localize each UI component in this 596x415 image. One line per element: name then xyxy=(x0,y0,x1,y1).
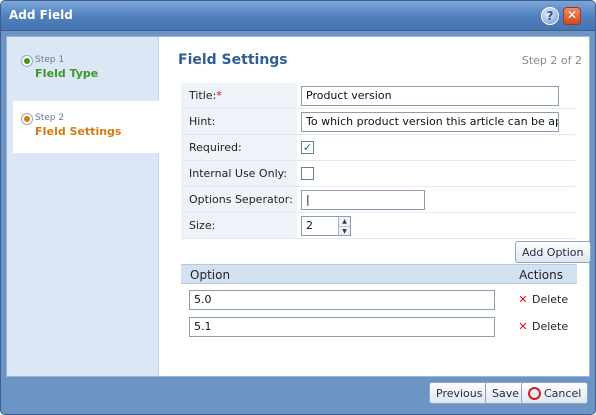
dialog-title: Add Field xyxy=(9,8,73,22)
step-name: FIeld Type xyxy=(35,67,99,80)
size-spinner[interactable]: 2 ▲ ▼ xyxy=(301,216,351,236)
previous-button[interactable]: Previous xyxy=(429,382,490,404)
hint-label: Hint: xyxy=(181,109,297,134)
step-name: FIeld Settings xyxy=(35,125,122,138)
step-done-icon xyxy=(21,55,33,67)
hint-row: Hint: To which product version this arti… xyxy=(181,109,575,135)
step-number: Step 2 xyxy=(35,113,65,123)
internal-use-checkbox[interactable] xyxy=(301,167,314,180)
required-label: Required: xyxy=(181,135,297,160)
add-option-button[interactable]: Add Option xyxy=(515,241,591,263)
separator-row: Options Seperator: | xyxy=(181,187,575,213)
title-input[interactable]: Product version xyxy=(301,86,559,106)
wizard-steps: Step 1 FIeld Type Step 2 FIeld Settings xyxy=(7,37,159,376)
required-checkbox[interactable]: ✓ xyxy=(301,141,314,154)
delete-option-button[interactable]: ✕ Delete xyxy=(517,320,568,333)
internal-row: Internal Use Only: xyxy=(181,161,575,187)
required-row: Required: ✓ xyxy=(181,135,575,161)
help-icon[interactable]: ? xyxy=(541,7,559,25)
step-field-settings[interactable]: Step 2 FIeld Settings xyxy=(13,101,159,153)
step-counter: Step 2 of 2 xyxy=(521,54,582,67)
option-input[interactable]: 5.0 xyxy=(189,290,495,310)
close-icon[interactable]: ✕ xyxy=(563,7,581,25)
delete-option-button[interactable]: ✕ Delete xyxy=(517,293,568,306)
options-table-header: Option Actions xyxy=(181,264,577,284)
actions-column-header: Actions xyxy=(519,268,563,282)
settings-panel: Field Settings Step 2 of 2 Title:* Produ… xyxy=(159,37,591,376)
cancel-label: Cancel xyxy=(544,387,582,400)
title-row: Title:* Product version xyxy=(181,83,575,109)
add-field-dialog: Add Field ? ✕ Step 1 FIeld Type Step 2 F… xyxy=(0,0,596,415)
delete-icon: ✕ xyxy=(517,320,529,333)
internal-label: Internal Use Only: xyxy=(181,161,297,186)
cancel-button[interactable]: Cancel xyxy=(521,382,589,404)
dialog-body: Step 1 FIeld Type Step 2 FIeld Settings … xyxy=(6,36,591,377)
delete-label: Delete xyxy=(532,293,569,306)
step-current-icon xyxy=(21,113,33,125)
page-title: Field Settings xyxy=(178,52,288,68)
required-mark: * xyxy=(216,89,222,102)
size-row: Size: 2 ▲ ▼ xyxy=(181,213,575,239)
step-field-type[interactable]: Step 1 FIeld Type xyxy=(13,43,159,97)
table-row: 5.1 ✕ Delete xyxy=(181,314,577,340)
delete-label: Delete xyxy=(532,320,569,333)
save-button[interactable]: Save xyxy=(485,382,527,404)
cancel-icon xyxy=(528,387,541,400)
spin-down-icon[interactable]: ▼ xyxy=(339,226,350,235)
delete-icon: ✕ xyxy=(517,293,529,306)
separator-label: Options Seperator: xyxy=(181,187,297,212)
option-column-header: Option xyxy=(190,268,231,282)
title-label: Title:* xyxy=(181,83,297,108)
size-label: Size: xyxy=(181,213,297,238)
table-row: 5.0 ✕ Delete xyxy=(181,287,577,313)
separator-input[interactable]: | xyxy=(301,190,425,210)
hint-input[interactable]: To which product version this article ca… xyxy=(301,112,559,132)
option-input[interactable]: 5.1 xyxy=(189,317,495,337)
spin-up-icon[interactable]: ▲ xyxy=(339,217,350,226)
title-bar[interactable]: Add Field ? ✕ xyxy=(1,1,595,31)
title-label-text: Title: xyxy=(189,89,217,102)
step-number: Step 1 xyxy=(35,55,65,65)
